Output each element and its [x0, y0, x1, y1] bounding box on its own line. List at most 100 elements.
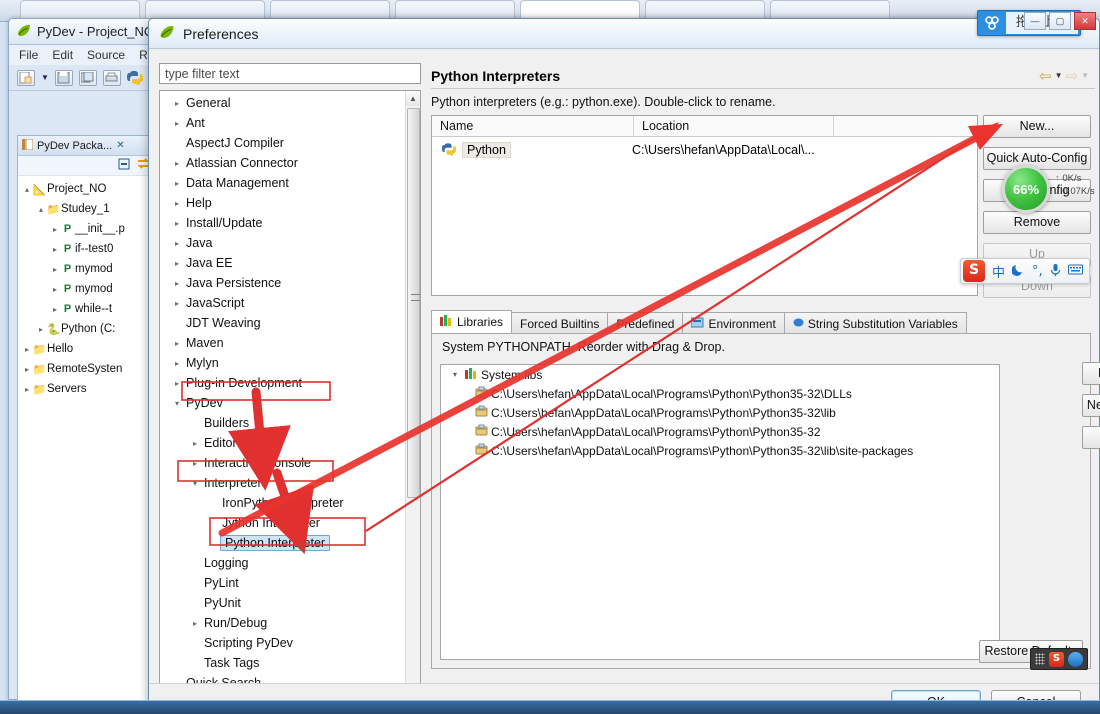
collapsed-twisty-icon[interactable]: ▸: [188, 459, 202, 468]
collapse-all-icon[interactable]: [118, 158, 131, 173]
list-item-root[interactable]: ▾ System libs: [441, 365, 999, 384]
browser-tab[interactable]: [270, 0, 390, 20]
preferences-tree-item-jython-interpreter[interactable]: Jython Interpreter: [160, 513, 405, 533]
explorer-tree-item[interactable]: ▸ 🐍 Python (C:: [18, 319, 156, 339]
preferences-tree-scrollbar[interactable]: ▲ ▼: [405, 91, 420, 714]
system-libs-tree[interactable]: ▾ System libs C:\Users\hefan\AppData\Loc…: [440, 364, 1000, 660]
explorer-tree-item[interactable]: ▸ 📁 Hello: [18, 339, 156, 359]
menu-edit[interactable]: Edit: [52, 48, 73, 62]
punctuation-icon[interactable]: °,: [1032, 264, 1043, 279]
collapsed-twisty-icon[interactable]: ▸: [50, 225, 60, 234]
forward-arrow-icon[interactable]: ⇨: [1066, 67, 1079, 85]
explorer-tree-item[interactable]: ▸ 📁 RemoteSysten: [18, 359, 156, 379]
close-icon[interactable]: ✕: [1074, 12, 1096, 30]
collapsed-twisty-icon[interactable]: ▸: [170, 259, 184, 268]
preferences-tree-item-java-persistence[interactable]: ▸ Java Persistence: [160, 273, 405, 293]
explorer-tree-item[interactable]: ▸ Pmymod: [18, 259, 156, 279]
preferences-tree-item-jdt-weaving[interactable]: JDT Weaving: [160, 313, 405, 333]
scrollbar-thumb[interactable]: [407, 108, 420, 498]
preferences-tree-item-editor[interactable]: ▸ Editor: [160, 433, 405, 453]
system-tray-mini[interactable]: S: [1030, 648, 1088, 670]
keyboard-icon[interactable]: [1067, 264, 1083, 279]
explorer-tree-item[interactable]: ▴ 📐 Project_NO: [18, 179, 156, 199]
minimize-icon[interactable]: —: [1024, 12, 1046, 30]
preferences-tree-item-data-management[interactable]: ▸ Data Management: [160, 173, 405, 193]
preferences-tree-item-javascript[interactable]: ▸ JavaScript: [160, 293, 405, 313]
collapsed-twisty-icon[interactable]: ▸: [170, 239, 184, 248]
browser-tab[interactable]: [20, 0, 140, 20]
explorer-tree[interactable]: ▴ 📐 Project_NO ▴ 📁 Studey_1 ▸ P __init__.p ▸ Pif--…: [18, 176, 156, 399]
preferences-tree-item-ant[interactable]: ▸ Ant: [160, 113, 405, 133]
collapse-twisty-icon[interactable]: ▾: [449, 370, 461, 379]
library-path-item[interactable]: C:\Users\hefan\AppData\Local\Programs\Py…: [441, 422, 999, 441]
browser-tray-icon[interactable]: [1068, 651, 1083, 667]
column-header-extra[interactable]: [834, 116, 975, 136]
chevron-down-icon[interactable]: ▼: [1055, 71, 1063, 80]
preferences-tree[interactable]: ▸ General ▸ Ant AspectJ Compiler ▸ Atlassian C…: [160, 93, 405, 693]
expanded-twisty-icon[interactable]: ▾: [188, 479, 202, 488]
sogou-tray-icon[interactable]: S: [1049, 651, 1064, 667]
column-header-name[interactable]: Name: [432, 116, 634, 136]
browser-tab[interactable]: [395, 0, 515, 20]
expanded-twisty-icon[interactable]: ▴: [36, 205, 46, 214]
tab-environment[interactable]: Environment: [682, 312, 785, 334]
preferences-tree-item-pylint[interactable]: PyLint: [160, 573, 405, 593]
collapsed-twisty-icon[interactable]: ▸: [50, 305, 60, 314]
sogou-ime-toolbar[interactable]: S 中 °,: [960, 258, 1090, 284]
library-path-item[interactable]: C:\Users\hefan\AppData\Local\Programs\Py…: [441, 403, 999, 422]
menu-refactor[interactable]: R: [139, 48, 148, 62]
collapsed-twisty-icon[interactable]: ▸: [170, 379, 184, 388]
preferences-tree-item-aspectj-compiler[interactable]: AspectJ Compiler: [160, 133, 405, 153]
collapsed-twisty-icon[interactable]: ▸: [50, 265, 60, 274]
preferences-tree-item-java-ee[interactable]: ▸ Java EE: [160, 253, 405, 273]
browser-tab[interactable]: [645, 0, 765, 20]
collapsed-twisty-icon[interactable]: ▸: [170, 199, 184, 208]
tab-string-substitution-variables[interactable]: String Substitution Variables: [783, 312, 967, 334]
remove-library-button[interactable]: Remove: [1082, 426, 1100, 449]
expanded-twisty-icon[interactable]: ▾: [170, 399, 184, 408]
table-row[interactable]: Python C:\Users\hefan\AppData\Local\...: [432, 137, 977, 159]
new-egg-zip-button[interactable]: New Egg/Zip(s): [1082, 394, 1100, 417]
browser-tab[interactable]: [145, 0, 265, 20]
explorer-tree-item[interactable]: ▴ 📁 Studey_1: [18, 199, 156, 219]
preferences-tree-item-pyunit[interactable]: PyUnit: [160, 593, 405, 613]
collapsed-twisty-icon[interactable]: ▸: [22, 385, 32, 394]
expanded-twisty-icon[interactable]: ▴: [22, 185, 32, 194]
tab-predefined[interactable]: Predefined: [607, 312, 684, 334]
collapsed-twisty-icon[interactable]: ▸: [22, 345, 32, 354]
quick-auto-config-button[interactable]: Quick Auto-Config: [983, 147, 1091, 170]
preferences-tree-item-python-interpreter[interactable]: Python Interpreter: [160, 533, 405, 553]
preferences-tree-item-install-update[interactable]: ▸ Install/Update: [160, 213, 405, 233]
menu-file[interactable]: File: [19, 48, 38, 62]
tab-libraries[interactable]: Libraries: [431, 310, 513, 334]
collapsed-twisty-icon[interactable]: ▸: [170, 99, 184, 108]
preferences-tree-item-interactive-console[interactable]: ▸ Interactive Console: [160, 453, 405, 473]
save-icon[interactable]: [54, 69, 73, 86]
browser-tab-active[interactable]: [520, 0, 640, 20]
library-path-item[interactable]: C:\Users\hefan\AppData\Local\Programs\Py…: [441, 441, 999, 460]
interpreters-table[interactable]: Name Location Python C:\Users\hefan\AppD…: [431, 115, 978, 296]
collapsed-twisty-icon[interactable]: ▸: [170, 279, 184, 288]
preferences-tree-item-atlassian-connector[interactable]: ▸ Atlassian Connector: [160, 153, 405, 173]
chevron-down-icon[interactable]: ▼: [1081, 71, 1089, 80]
sogou-logo-icon[interactable]: S: [963, 260, 985, 282]
explorer-tab[interactable]: PyDev Packa... ✕: [18, 136, 156, 156]
preferences-tree-item-scripting-pydev[interactable]: Scripting PyDev: [160, 633, 405, 653]
collapsed-twisty-icon[interactable]: ▸: [188, 619, 202, 628]
library-path-item[interactable]: C:\Users\hefan\AppData\Local\Programs\Py…: [441, 384, 999, 403]
preferences-tree-item-task-tags[interactable]: Task Tags: [160, 653, 405, 673]
preferences-tree-item-run-debug[interactable]: ▸ Run/Debug: [160, 613, 405, 633]
save-all-icon[interactable]: [78, 69, 97, 86]
collapsed-twisty-icon[interactable]: ▸: [170, 339, 184, 348]
moon-icon[interactable]: [1011, 263, 1025, 280]
preferences-tree-item-interpreters[interactable]: ▾ Interpreters: [160, 473, 405, 493]
new-file-icon[interactable]: [17, 69, 35, 86]
collapsed-twisty-icon[interactable]: ▸: [170, 219, 184, 228]
preferences-tree-item-help[interactable]: ▸ Help: [160, 193, 405, 213]
preferences-tree-item-builders[interactable]: Builders: [160, 413, 405, 433]
remove-button[interactable]: Remove: [983, 211, 1091, 234]
preferences-tree-item-plug-in-development[interactable]: ▸ Plug-in Development: [160, 373, 405, 393]
preferences-tree-item-java[interactable]: ▸ Java: [160, 233, 405, 253]
chevron-down-icon[interactable]: ▼: [41, 73, 49, 82]
filter-input[interactable]: [159, 63, 421, 84]
